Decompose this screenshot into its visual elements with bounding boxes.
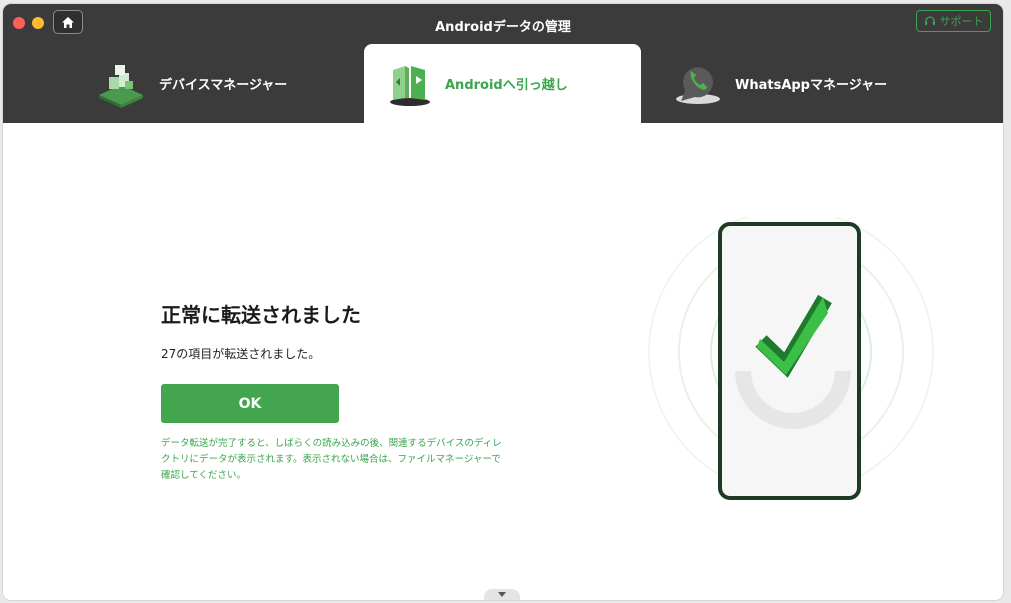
phone-success-illustration <box>648 217 934 500</box>
support-button[interactable]: サポート <box>916 10 991 32</box>
success-title: 正常に転送されました <box>161 303 361 327</box>
title-bar: Androidデータの管理 サポート デバイスマネージャー Androidへ引っ… <box>3 4 1003 123</box>
window-title: Androidデータの管理 <box>435 20 571 35</box>
android-transfer-icon <box>390 65 430 106</box>
tab-label: デバイスマネージャー <box>159 78 288 93</box>
whatsapp-manager-icon <box>676 66 720 104</box>
tab-label: Androidへ引っ越し <box>445 78 568 93</box>
tab-android-transfer[interactable]: Androidへ引っ越し <box>364 44 641 123</box>
support-label: サポート <box>939 15 984 28</box>
device-manager-icon <box>99 64 143 108</box>
chevron-down-icon <box>498 592 506 597</box>
collapse-toggle[interactable] <box>484 589 520 600</box>
tab-label: WhatsAppマネージャー <box>735 78 888 93</box>
app-window: Androidデータの管理 サポート デバイスマネージャー Androidへ引っ… <box>3 4 1003 600</box>
info-note-line: データ転送が完了すると、しばらくの読み込みの後、関連するデバイスのディレ <box>161 438 502 449</box>
tab-whatsapp-manager[interactable]: WhatsAppマネージャー <box>673 44 983 123</box>
transfer-result-panel: 正常に転送されました 27の項目が転送されました。 OK データ転送が完了すると… <box>3 123 1003 600</box>
headset-icon <box>924 16 935 25</box>
tab-device-manager[interactable]: デバイスマネージャー <box>95 44 355 123</box>
info-note: データ転送が完了すると、しばらくの読み込みの後、関連するデバイスのディレ クトリ… <box>161 436 571 484</box>
info-note-line: クトリにデータが表示されます。表示されない場合は、ファイルマネージャーで <box>161 454 501 465</box>
info-note-line: 確認してください。 <box>161 470 246 481</box>
ok-button[interactable]: OK <box>161 384 339 423</box>
transfer-count-text: 27の項目が転送されました。 <box>161 347 321 361</box>
